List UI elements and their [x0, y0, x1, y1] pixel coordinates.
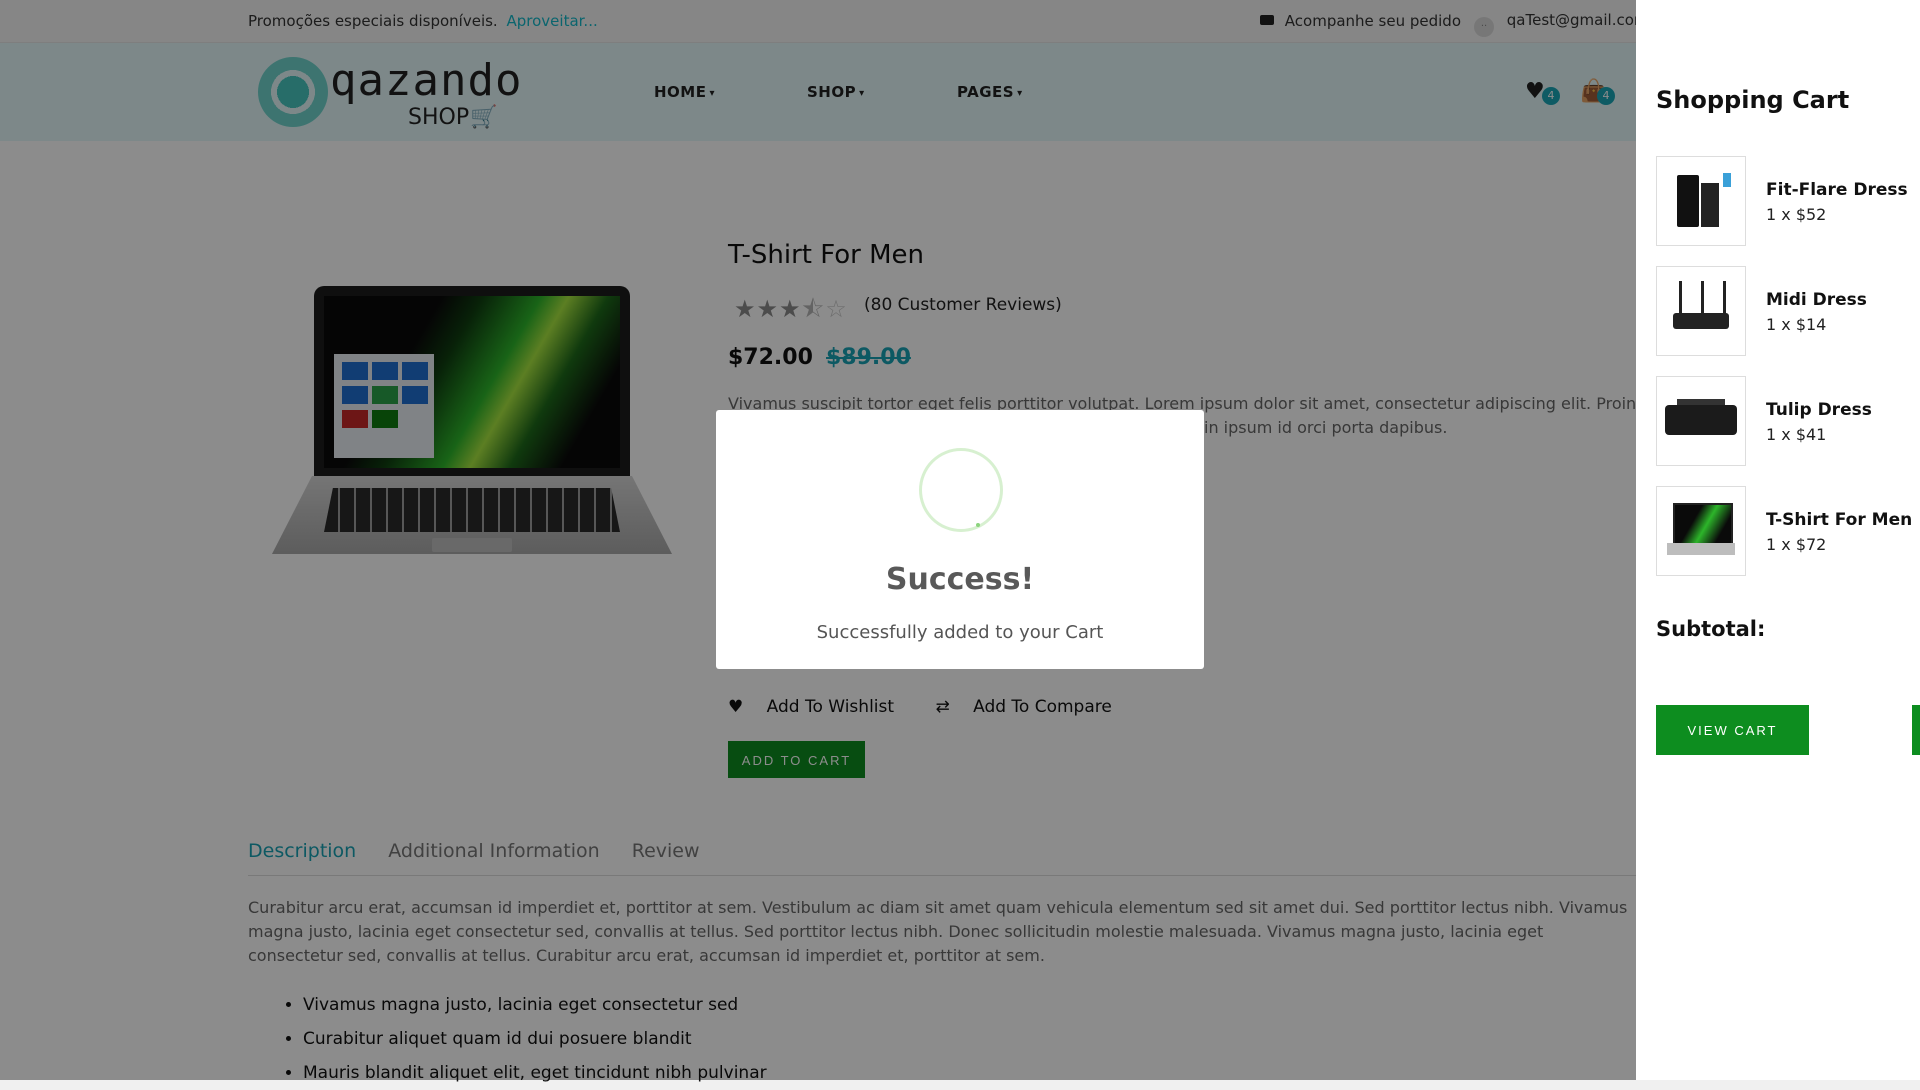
- view-cart-button[interactable]: VIEW CART: [1656, 705, 1809, 755]
- dialog-message: Successfully added to your Cart: [816, 622, 1104, 643]
- success-dialog: Success! Successfully added to your Cart: [716, 410, 1204, 669]
- cart-item[interactable]: Tulip Dress 1 x $41: [1656, 376, 1920, 466]
- cart-heading: Shopping Cart: [1656, 86, 1850, 114]
- cart-item-qty: 1 x $41: [1766, 425, 1827, 444]
- success-check-icon: [919, 448, 1003, 532]
- cart-item-qty: 1 x $52: [1766, 205, 1827, 224]
- cart-item-thumbnail[interactable]: [1656, 486, 1746, 576]
- cart-item-thumbnail[interactable]: [1656, 266, 1746, 356]
- checkout-button-edge[interactable]: [1912, 705, 1920, 755]
- cart-item[interactable]: Fit-Flare Dress 1 x $52: [1656, 156, 1920, 246]
- cart-item[interactable]: T-Shirt For Men 1 x $72: [1656, 486, 1920, 576]
- printer-icon: [1665, 405, 1737, 435]
- console-icon: [1677, 175, 1699, 227]
- cart-item-qty: 1 x $14: [1766, 315, 1827, 334]
- success-check-dot: [976, 523, 980, 527]
- router-icon: [1673, 313, 1729, 329]
- cart-item-thumbnail[interactable]: [1656, 156, 1746, 246]
- laptop-icon: [1673, 503, 1733, 545]
- cart-item[interactable]: Midi Dress 1 x $14: [1656, 266, 1920, 356]
- cart-item-qty: 1 x $72: [1766, 535, 1827, 554]
- cart-item-name[interactable]: Tulip Dress: [1766, 400, 1872, 420]
- cart-item-thumbnail[interactable]: [1656, 376, 1746, 466]
- cart-item-name[interactable]: T-Shirt For Men: [1766, 510, 1912, 530]
- cart-item-name[interactable]: Midi Dress: [1766, 290, 1867, 310]
- dialog-title: Success!: [885, 562, 1035, 597]
- cart-drawer: Shopping Cart Fit-Flare Dress 1 x $52 Mi…: [1636, 0, 1920, 1080]
- cart-item-name[interactable]: Fit-Flare Dress: [1766, 180, 1908, 200]
- subtotal-label: Subtotal:: [1656, 617, 1766, 641]
